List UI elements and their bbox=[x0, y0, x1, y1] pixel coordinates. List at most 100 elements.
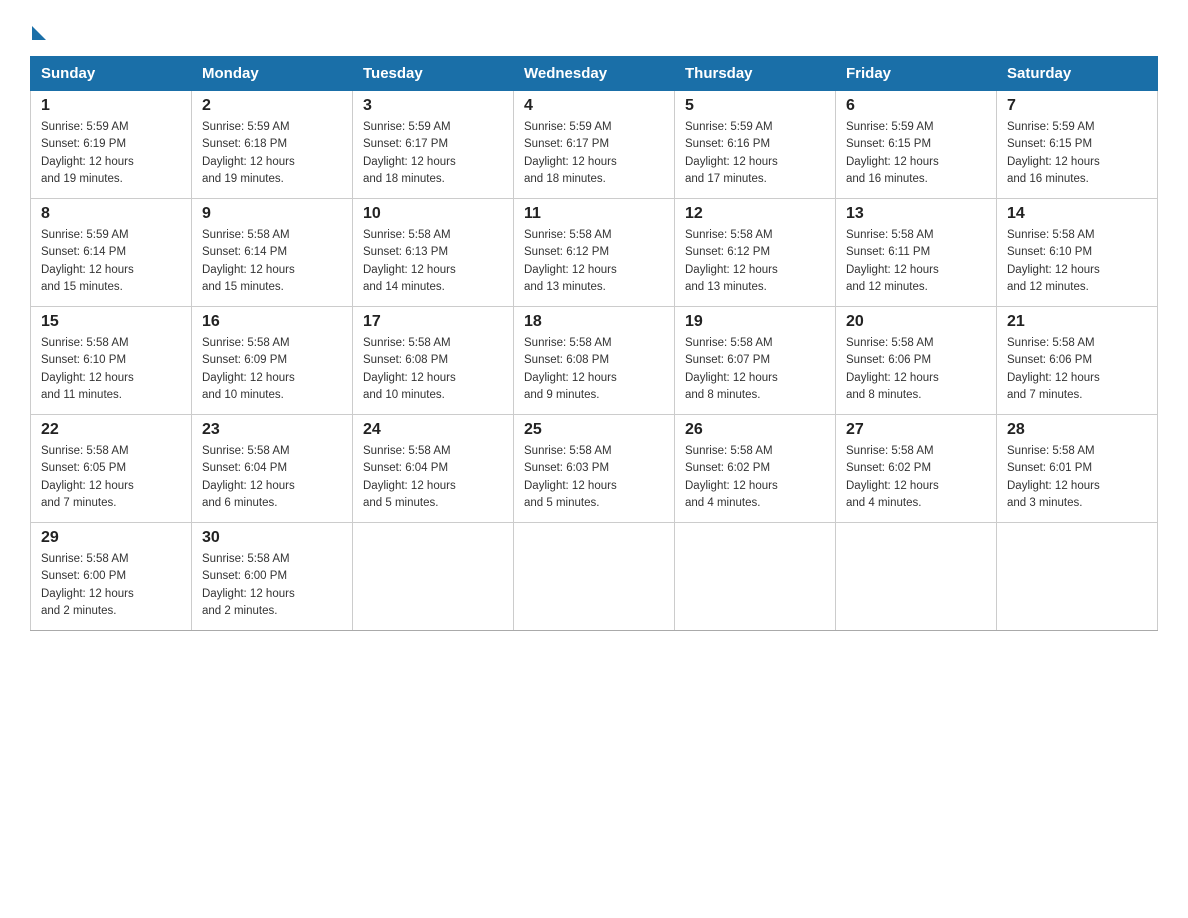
logo-arrow-icon bbox=[32, 26, 46, 40]
calendar-cell: 24 Sunrise: 5:58 AM Sunset: 6:04 PM Dayl… bbox=[353, 415, 514, 523]
day-number: 15 bbox=[41, 313, 181, 331]
day-info: Sunrise: 5:58 AM Sunset: 6:10 PM Dayligh… bbox=[41, 335, 181, 404]
calendar-cell: 27 Sunrise: 5:58 AM Sunset: 6:02 PM Dayl… bbox=[836, 415, 997, 523]
day-info: Sunrise: 5:59 AM Sunset: 6:16 PM Dayligh… bbox=[685, 119, 825, 188]
day-info: Sunrise: 5:58 AM Sunset: 6:06 PM Dayligh… bbox=[846, 335, 986, 404]
day-number: 24 bbox=[363, 421, 503, 439]
calendar-week-5: 29 Sunrise: 5:58 AM Sunset: 6:00 PM Dayl… bbox=[31, 523, 1158, 631]
header-tuesday: Tuesday bbox=[353, 57, 514, 91]
calendar-cell: 22 Sunrise: 5:58 AM Sunset: 6:05 PM Dayl… bbox=[31, 415, 192, 523]
calendar-week-3: 15 Sunrise: 5:58 AM Sunset: 6:10 PM Dayl… bbox=[31, 307, 1158, 415]
day-info: Sunrise: 5:59 AM Sunset: 6:17 PM Dayligh… bbox=[524, 119, 664, 188]
page-header bbox=[30, 20, 1158, 36]
day-info: Sunrise: 5:58 AM Sunset: 6:03 PM Dayligh… bbox=[524, 443, 664, 512]
day-info: Sunrise: 5:58 AM Sunset: 6:12 PM Dayligh… bbox=[685, 227, 825, 296]
day-info: Sunrise: 5:59 AM Sunset: 6:15 PM Dayligh… bbox=[846, 119, 986, 188]
calendar-week-2: 8 Sunrise: 5:59 AM Sunset: 6:14 PM Dayli… bbox=[31, 199, 1158, 307]
calendar-cell: 6 Sunrise: 5:59 AM Sunset: 6:15 PM Dayli… bbox=[836, 91, 997, 199]
logo bbox=[30, 20, 46, 36]
day-info: Sunrise: 5:59 AM Sunset: 6:15 PM Dayligh… bbox=[1007, 119, 1147, 188]
day-info: Sunrise: 5:59 AM Sunset: 6:17 PM Dayligh… bbox=[363, 119, 503, 188]
header-friday: Friday bbox=[836, 57, 997, 91]
calendar-cell: 7 Sunrise: 5:59 AM Sunset: 6:15 PM Dayli… bbox=[997, 91, 1158, 199]
day-number: 14 bbox=[1007, 205, 1147, 223]
day-info: Sunrise: 5:58 AM Sunset: 6:07 PM Dayligh… bbox=[685, 335, 825, 404]
day-info: Sunrise: 5:59 AM Sunset: 6:19 PM Dayligh… bbox=[41, 119, 181, 188]
calendar-header-row: SundayMondayTuesdayWednesdayThursdayFrid… bbox=[31, 57, 1158, 91]
calendar-week-1: 1 Sunrise: 5:59 AM Sunset: 6:19 PM Dayli… bbox=[31, 91, 1158, 199]
calendar-week-4: 22 Sunrise: 5:58 AM Sunset: 6:05 PM Dayl… bbox=[31, 415, 1158, 523]
day-number: 18 bbox=[524, 313, 664, 331]
calendar-cell: 8 Sunrise: 5:59 AM Sunset: 6:14 PM Dayli… bbox=[31, 199, 192, 307]
calendar-cell: 11 Sunrise: 5:58 AM Sunset: 6:12 PM Dayl… bbox=[514, 199, 675, 307]
day-number: 8 bbox=[41, 205, 181, 223]
day-number: 11 bbox=[524, 205, 664, 223]
day-number: 21 bbox=[1007, 313, 1147, 331]
calendar-cell: 4 Sunrise: 5:59 AM Sunset: 6:17 PM Dayli… bbox=[514, 91, 675, 199]
calendar-cell: 28 Sunrise: 5:58 AM Sunset: 6:01 PM Dayl… bbox=[997, 415, 1158, 523]
day-number: 10 bbox=[363, 205, 503, 223]
day-number: 17 bbox=[363, 313, 503, 331]
calendar-cell: 13 Sunrise: 5:58 AM Sunset: 6:11 PM Dayl… bbox=[836, 199, 997, 307]
day-number: 9 bbox=[202, 205, 342, 223]
calendar-cell: 3 Sunrise: 5:59 AM Sunset: 6:17 PM Dayli… bbox=[353, 91, 514, 199]
day-info: Sunrise: 5:58 AM Sunset: 6:01 PM Dayligh… bbox=[1007, 443, 1147, 512]
calendar-cell: 2 Sunrise: 5:59 AM Sunset: 6:18 PM Dayli… bbox=[192, 91, 353, 199]
day-number: 30 bbox=[202, 529, 342, 547]
day-number: 6 bbox=[846, 97, 986, 115]
calendar-cell: 14 Sunrise: 5:58 AM Sunset: 6:10 PM Dayl… bbox=[997, 199, 1158, 307]
day-info: Sunrise: 5:59 AM Sunset: 6:18 PM Dayligh… bbox=[202, 119, 342, 188]
day-number: 7 bbox=[1007, 97, 1147, 115]
day-info: Sunrise: 5:58 AM Sunset: 6:02 PM Dayligh… bbox=[846, 443, 986, 512]
calendar-cell: 15 Sunrise: 5:58 AM Sunset: 6:10 PM Dayl… bbox=[31, 307, 192, 415]
day-number: 20 bbox=[846, 313, 986, 331]
day-number: 22 bbox=[41, 421, 181, 439]
day-info: Sunrise: 5:58 AM Sunset: 6:08 PM Dayligh… bbox=[363, 335, 503, 404]
calendar-table: SundayMondayTuesdayWednesdayThursdayFrid… bbox=[30, 56, 1158, 631]
header-sunday: Sunday bbox=[31, 57, 192, 91]
calendar-cell: 16 Sunrise: 5:58 AM Sunset: 6:09 PM Dayl… bbox=[192, 307, 353, 415]
calendar-cell: 18 Sunrise: 5:58 AM Sunset: 6:08 PM Dayl… bbox=[514, 307, 675, 415]
day-info: Sunrise: 5:58 AM Sunset: 6:02 PM Dayligh… bbox=[685, 443, 825, 512]
day-info: Sunrise: 5:58 AM Sunset: 6:04 PM Dayligh… bbox=[202, 443, 342, 512]
day-number: 4 bbox=[524, 97, 664, 115]
day-info: Sunrise: 5:58 AM Sunset: 6:00 PM Dayligh… bbox=[41, 551, 181, 620]
day-number: 3 bbox=[363, 97, 503, 115]
calendar-cell: 20 Sunrise: 5:58 AM Sunset: 6:06 PM Dayl… bbox=[836, 307, 997, 415]
day-number: 26 bbox=[685, 421, 825, 439]
day-number: 28 bbox=[1007, 421, 1147, 439]
day-number: 2 bbox=[202, 97, 342, 115]
header-saturday: Saturday bbox=[997, 57, 1158, 91]
day-info: Sunrise: 5:58 AM Sunset: 6:06 PM Dayligh… bbox=[1007, 335, 1147, 404]
day-number: 5 bbox=[685, 97, 825, 115]
day-number: 12 bbox=[685, 205, 825, 223]
day-info: Sunrise: 5:58 AM Sunset: 6:08 PM Dayligh… bbox=[524, 335, 664, 404]
day-number: 27 bbox=[846, 421, 986, 439]
day-info: Sunrise: 5:58 AM Sunset: 6:14 PM Dayligh… bbox=[202, 227, 342, 296]
calendar-cell: 10 Sunrise: 5:58 AM Sunset: 6:13 PM Dayl… bbox=[353, 199, 514, 307]
calendar-cell bbox=[997, 523, 1158, 631]
day-info: Sunrise: 5:58 AM Sunset: 6:09 PM Dayligh… bbox=[202, 335, 342, 404]
day-number: 1 bbox=[41, 97, 181, 115]
calendar-cell: 25 Sunrise: 5:58 AM Sunset: 6:03 PM Dayl… bbox=[514, 415, 675, 523]
header-monday: Monday bbox=[192, 57, 353, 91]
header-wednesday: Wednesday bbox=[514, 57, 675, 91]
calendar-cell: 1 Sunrise: 5:59 AM Sunset: 6:19 PM Dayli… bbox=[31, 91, 192, 199]
calendar-cell: 26 Sunrise: 5:58 AM Sunset: 6:02 PM Dayl… bbox=[675, 415, 836, 523]
calendar-cell: 5 Sunrise: 5:59 AM Sunset: 6:16 PM Dayli… bbox=[675, 91, 836, 199]
day-number: 16 bbox=[202, 313, 342, 331]
calendar-cell bbox=[353, 523, 514, 631]
calendar-cell: 12 Sunrise: 5:58 AM Sunset: 6:12 PM Dayl… bbox=[675, 199, 836, 307]
day-info: Sunrise: 5:58 AM Sunset: 6:11 PM Dayligh… bbox=[846, 227, 986, 296]
day-info: Sunrise: 5:58 AM Sunset: 6:12 PM Dayligh… bbox=[524, 227, 664, 296]
day-number: 29 bbox=[41, 529, 181, 547]
header-thursday: Thursday bbox=[675, 57, 836, 91]
calendar-cell bbox=[675, 523, 836, 631]
day-info: Sunrise: 5:58 AM Sunset: 6:13 PM Dayligh… bbox=[363, 227, 503, 296]
day-info: Sunrise: 5:58 AM Sunset: 6:05 PM Dayligh… bbox=[41, 443, 181, 512]
day-info: Sunrise: 5:59 AM Sunset: 6:14 PM Dayligh… bbox=[41, 227, 181, 296]
day-number: 19 bbox=[685, 313, 825, 331]
day-info: Sunrise: 5:58 AM Sunset: 6:04 PM Dayligh… bbox=[363, 443, 503, 512]
calendar-cell: 9 Sunrise: 5:58 AM Sunset: 6:14 PM Dayli… bbox=[192, 199, 353, 307]
calendar-cell: 29 Sunrise: 5:58 AM Sunset: 6:00 PM Dayl… bbox=[31, 523, 192, 631]
